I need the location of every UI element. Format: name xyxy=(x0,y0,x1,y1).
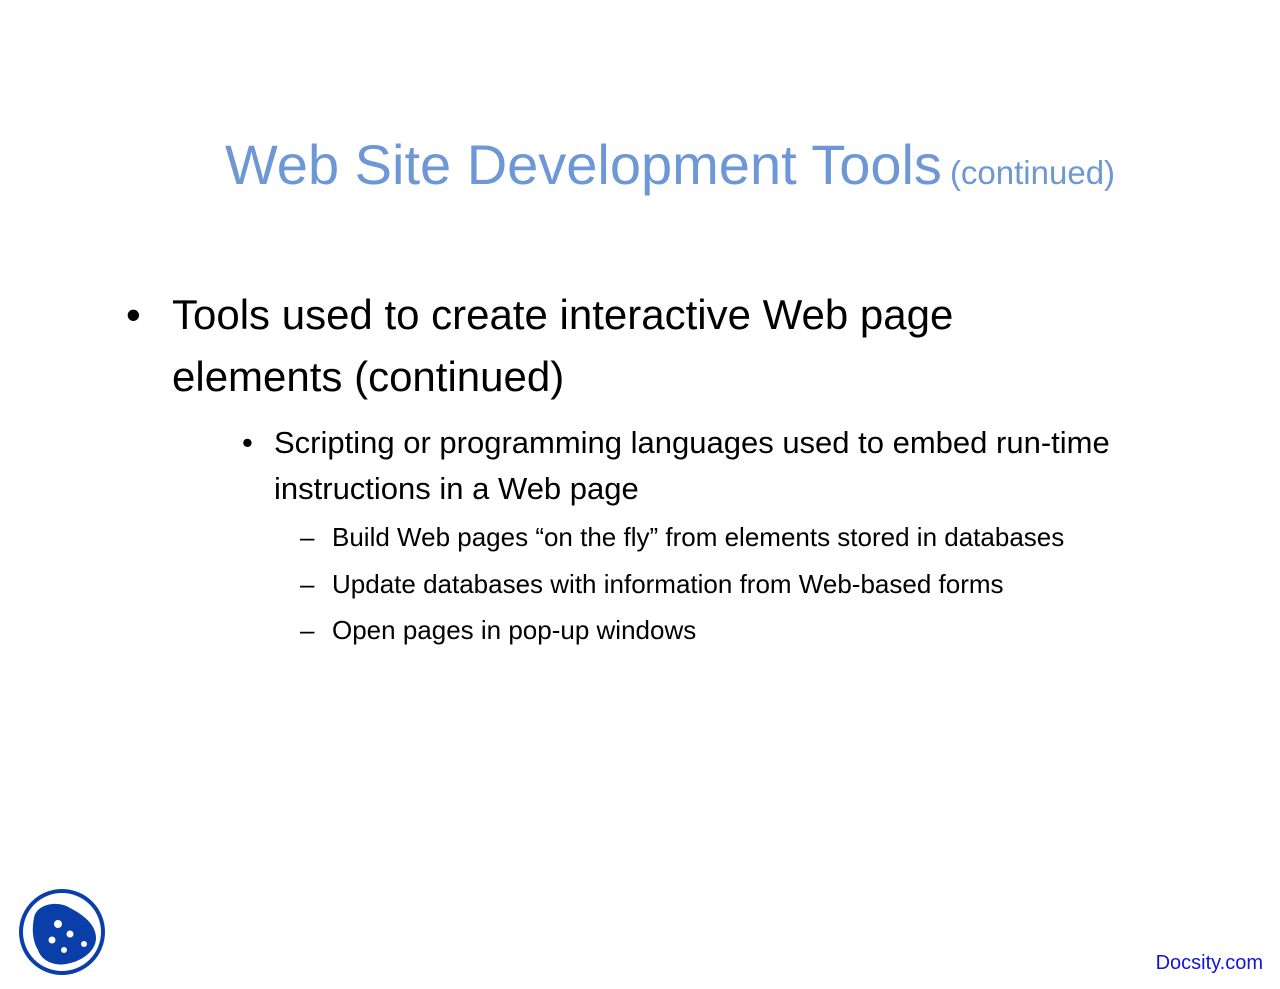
list-item: – Open pages in pop-up windows xyxy=(300,611,1260,658)
sub-bullet-list: – Build Web pages “on the fly” from elem… xyxy=(300,518,1260,658)
bullet-level2-text: Scripting or programming languages used … xyxy=(274,425,1110,506)
dash-marker: – xyxy=(300,615,315,645)
list-item-text: Build Web pages “on the fly” from elemen… xyxy=(332,522,1065,552)
bullet-marker: • xyxy=(242,425,253,460)
docsity-brand-link[interactable]: Docsity.com xyxy=(1156,952,1263,975)
slide-title-suffix: (continued) xyxy=(949,154,1116,191)
list-item-text: Update databases with information from W… xyxy=(332,568,1004,599)
list-item: – Update databases with information from… xyxy=(300,565,1260,612)
bullet-level2: • Scripting or programming languages use… xyxy=(242,420,1192,512)
docsity-logo-icon xyxy=(19,889,105,975)
list-item: – Build Web pages “on the fly” from elem… xyxy=(300,518,1260,565)
slide-title: Web Site Development Tools (continued) xyxy=(0,132,1280,197)
bullet-level1-text: Tools used to create interactive Web pag… xyxy=(172,291,954,400)
dash-marker: – xyxy=(300,568,315,599)
bullet-marker: • xyxy=(126,291,141,338)
slide-title-main: Web Site Development Tools xyxy=(224,133,942,196)
list-item-text: Open pages in pop-up windows xyxy=(332,615,697,645)
bullet-level1: • Tools used to create interactive Web p… xyxy=(126,284,1126,408)
dash-marker: – xyxy=(300,522,315,552)
